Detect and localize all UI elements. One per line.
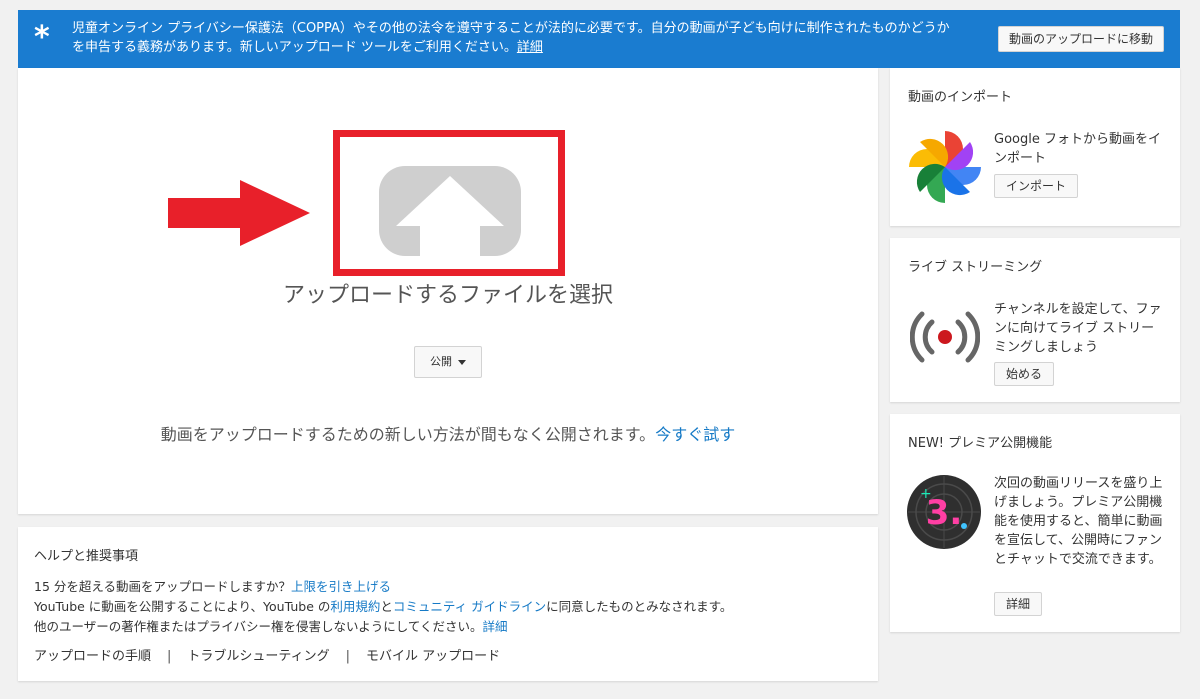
mobile-upload-link[interactable]: モバイル アップロード bbox=[366, 649, 500, 664]
terms-link[interactable]: 利用規約 bbox=[330, 599, 380, 614]
asterisk-icon: * bbox=[34, 20, 50, 55]
upload-card: アップロードするファイルを選択 公開 動画をアップロードするための新しい方法が間… bbox=[18, 68, 878, 514]
live-broadcast-icon bbox=[910, 311, 980, 363]
copyright-details-link[interactable]: 詳細 bbox=[483, 619, 508, 634]
troubleshooting-link[interactable]: トラブルシューティング bbox=[187, 649, 329, 664]
privacy-dropdown[interactable]: 公開 bbox=[414, 346, 482, 378]
help-line-2-c: に同意したものとみなされます。 bbox=[546, 599, 733, 614]
help-lines: 15 分を超える動画をアップロードしますか？上限を引き上げる YouTube に… bbox=[34, 577, 732, 637]
help-line-2-a: YouTube に動画を公開することにより、YouTube の bbox=[34, 599, 331, 614]
import-button[interactable]: インポート bbox=[994, 174, 1079, 198]
help-title: ヘルプと推奨事項 bbox=[34, 549, 139, 564]
help-line-2-b: と bbox=[380, 599, 393, 614]
upload-steps-link[interactable]: アップロードの手順 bbox=[34, 649, 151, 664]
separator: | bbox=[345, 649, 351, 664]
banner-message-text: 児童オンライン プライバシー保護法（COPPA）やその他の法令を遵守することが法… bbox=[72, 21, 950, 55]
go-to-upload-button[interactable]: 動画のアップロードに移動 bbox=[997, 26, 1164, 52]
import-text: Google フォトから動画をインポート bbox=[994, 132, 1161, 166]
try-now-link[interactable]: 今すぐ試す bbox=[655, 425, 735, 444]
caret-down-icon bbox=[458, 359, 466, 365]
live-streaming-card: ライブ ストリーミング チャンネルを設定して、ファンに向けてライブ ストリーミン… bbox=[890, 238, 1180, 402]
banner-details-link[interactable]: 詳細 bbox=[517, 40, 543, 55]
import-title: 動画のインポート bbox=[908, 90, 1013, 105]
live-title: ライブ ストリーミング bbox=[908, 260, 1043, 275]
help-line-3: 他のユーザーの著作権またはプライバシー権を侵害しないようにしてください。詳細 bbox=[34, 617, 732, 637]
countdown-digit: 3. bbox=[926, 493, 963, 533]
community-guidelines-link[interactable]: コミュニティ ガイドライン bbox=[393, 599, 546, 614]
google-photos-icon bbox=[909, 131, 981, 203]
raise-limit-link[interactable]: 上限を引き上げる bbox=[291, 579, 391, 594]
help-line-2: YouTube に動画を公開することにより、YouTube の利用規約とコミュニ… bbox=[34, 597, 732, 617]
start-live-button[interactable]: 始める bbox=[994, 362, 1055, 386]
separator: | bbox=[167, 649, 172, 664]
help-card: ヘルプと推奨事項 15 分を超える動画をアップロードしますか？上限を引き上げる … bbox=[18, 527, 878, 681]
premiere-countdown-icon: + 3. bbox=[907, 475, 981, 549]
select-file-title[interactable]: アップロードするファイルを選択 bbox=[18, 277, 878, 309]
help-line-1-text: 15 分を超える動画をアップロードしますか？ bbox=[34, 579, 292, 594]
new-method-text: 動画をアップロードするための新しい方法が間もなく公開されます。 bbox=[160, 425, 656, 444]
red-arrow-icon bbox=[168, 180, 310, 246]
live-text: チャンネルを設定して、ファンに向けてライブ ストリーミングしましょう bbox=[994, 302, 1162, 355]
help-links: アップロードの手順 | トラブルシューティング | モバイル アップロード bbox=[34, 645, 500, 664]
help-line-1: 15 分を超える動画をアップロードしますか？上限を引き上げる bbox=[34, 577, 732, 597]
new-method-notice: 動画をアップロードするための新しい方法が間もなく公開されます。今すぐ試す bbox=[18, 421, 878, 445]
premiere-title: NEW! プレミア公開機能 bbox=[908, 436, 1053, 451]
premiere-details-button[interactable]: 詳細 bbox=[994, 592, 1043, 616]
privacy-value: 公開 bbox=[430, 355, 452, 368]
coppa-banner: * 児童オンライン プライバシー保護法（COPPA）やその他の法令を遵守すること… bbox=[18, 10, 1180, 68]
premiere-card: NEW! プレミア公開機能 + 3. 次回の動画リリースを盛り上げましょう。プレ… bbox=[890, 414, 1180, 632]
banner-message: 児童オンライン プライバシー保護法（COPPA）やその他の法令を遵守することが法… bbox=[72, 19, 952, 57]
import-card: 動画のインポート Google フォトから動画をインポート インポート bbox=[890, 68, 1180, 226]
upload-icon[interactable] bbox=[377, 164, 523, 258]
premiere-text: 次回の動画リリースを盛り上げましょう。プレミア公開機能を使用すると、簡単に動画を… bbox=[994, 476, 1163, 567]
help-line-3-text: 他のユーザーの著作権またはプライバシー権を侵害しないようにしてください。 bbox=[34, 619, 483, 634]
